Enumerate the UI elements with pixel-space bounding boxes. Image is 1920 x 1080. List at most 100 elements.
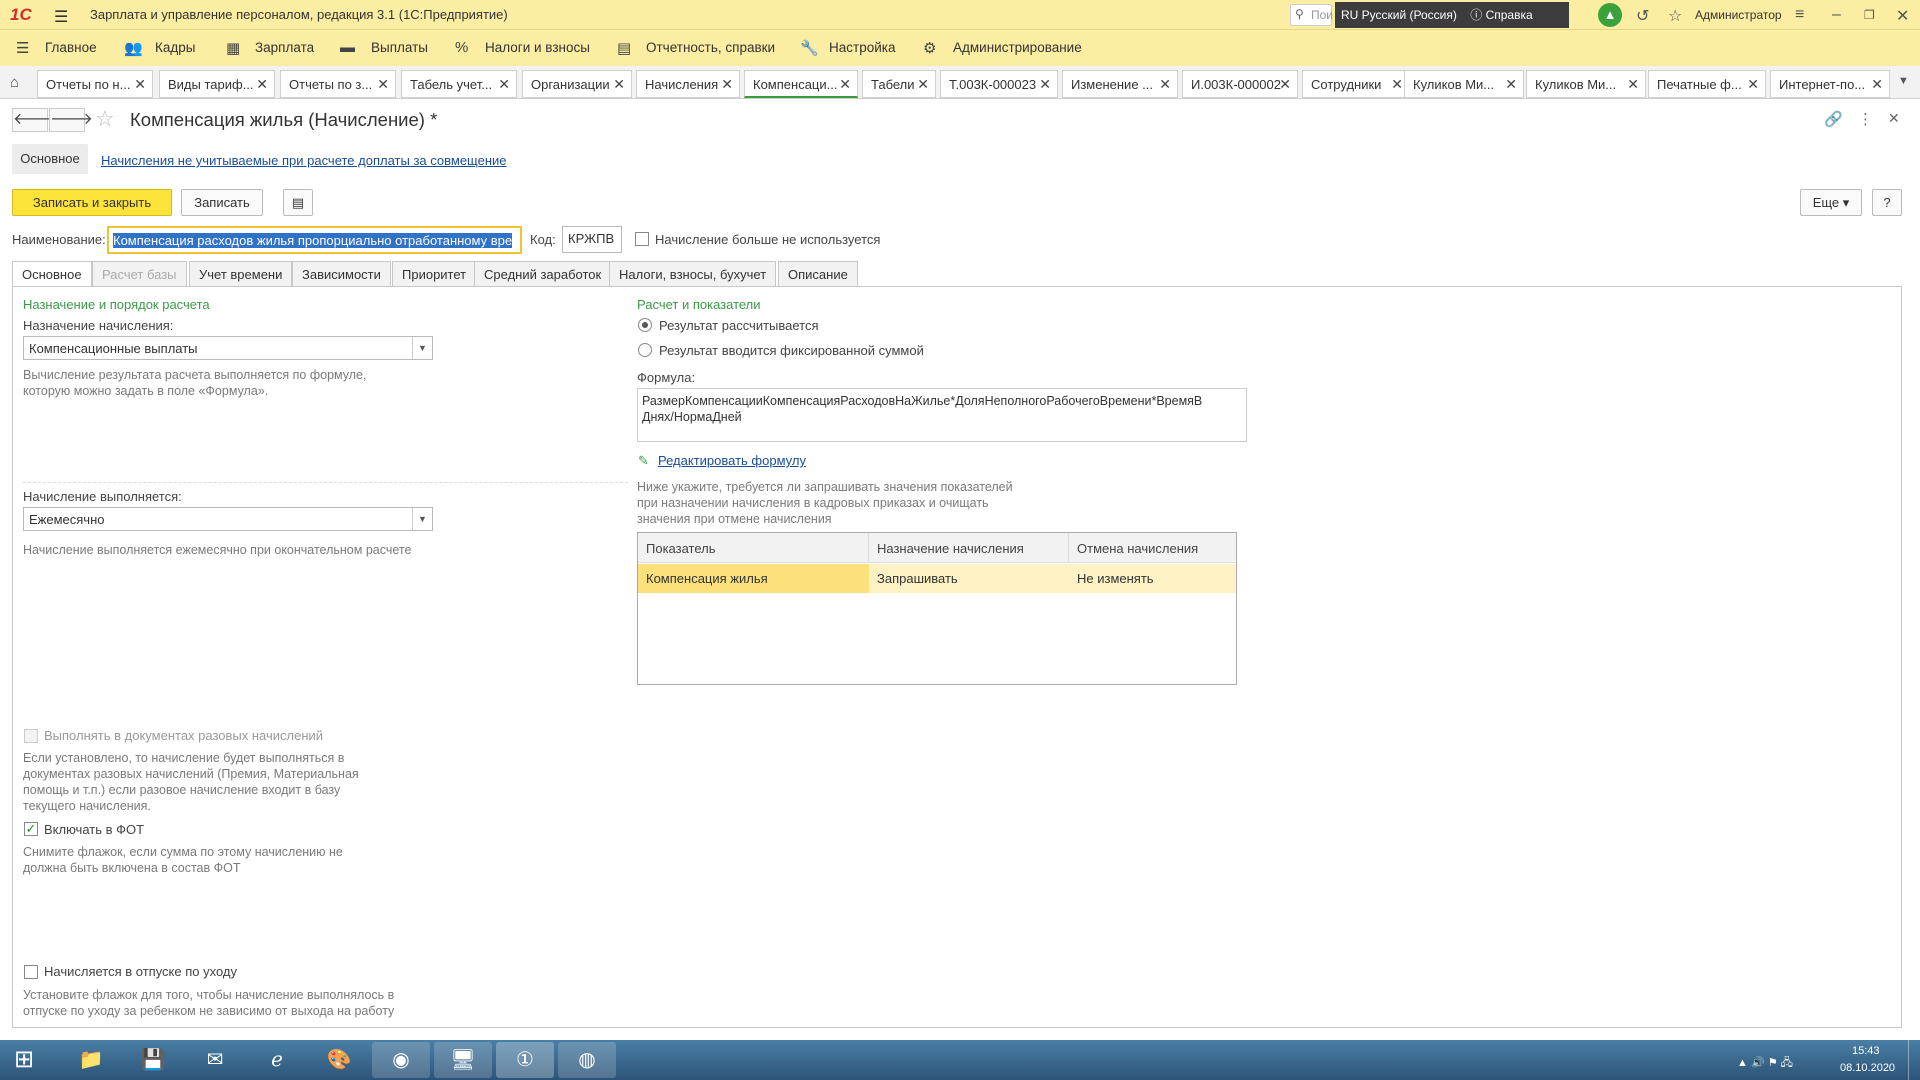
- window-tab[interactable]: Начисления ✕: [636, 70, 740, 98]
- close-tab-icon[interactable]: ✕: [1391, 76, 1403, 93]
- outlook-icon[interactable]: ✉: [186, 1042, 244, 1078]
- window-tab[interactable]: Печатные ф... ✕: [1648, 70, 1766, 98]
- close-tab-icon[interactable]: ✕: [377, 76, 389, 93]
- edit-formula-link[interactable]: Редактировать формулу: [658, 453, 806, 468]
- settings-menu-icon[interactable]: ≡: [1795, 6, 1804, 24]
- user-name[interactable]: Администратор: [1695, 8, 1782, 22]
- close-tab-icon[interactable]: ✕: [1159, 76, 1171, 93]
- window-tab[interactable]: Сотрудники ✕: [1302, 70, 1410, 98]
- more-button[interactable]: Еще ▾: [1800, 189, 1862, 216]
- link-icon[interactable]: 🔗: [1824, 110, 1843, 128]
- window-tab[interactable]: Т.003К-000023 ✕: [940, 70, 1058, 98]
- minimize-icon[interactable]: –: [1832, 6, 1841, 24]
- menu-item-reports[interactable]: Отчетность, справки: [646, 40, 775, 55]
- window-tab[interactable]: Организации ✕: [522, 70, 632, 98]
- menu-item-hr[interactable]: Кадры: [155, 40, 195, 55]
- restore-icon[interactable]: ❐: [1864, 8, 1875, 22]
- close-tab-icon[interactable]: ✕: [1747, 76, 1759, 93]
- radio-fixed[interactable]: [638, 343, 652, 357]
- table-cell[interactable]: Компенсация жилья: [638, 564, 869, 593]
- column-header[interactable]: Показатель: [638, 533, 869, 563]
- tab-dependencies[interactable]: Зависимости: [292, 261, 391, 287]
- chevron-down-icon[interactable]: ▼: [412, 337, 432, 359]
- window-tab[interactable]: Интернет-по... ✕: [1770, 70, 1890, 98]
- document-icon[interactable]: ▤: [283, 189, 313, 216]
- favorites-icon[interactable]: ☆: [1668, 6, 1682, 26]
- window-tab[interactable]: И.003К-000002 ✕: [1182, 70, 1298, 98]
- menu-item-admin[interactable]: Администрирование: [953, 40, 1082, 55]
- window-tab[interactable]: Изменение ... ✕: [1062, 70, 1178, 98]
- menu-item-payments[interactable]: Выплаты: [371, 40, 428, 55]
- code-field[interactable]: КРЖПВ: [562, 226, 622, 253]
- window-tab[interactable]: Отчеты по з... ✕: [280, 70, 396, 98]
- tab-time[interactable]: Учет времени: [189, 261, 293, 287]
- close-tab-icon[interactable]: ✕: [256, 76, 268, 93]
- clock-time[interactable]: 15:43: [1852, 1045, 1880, 1057]
- table-cell[interactable]: Не изменять: [1069, 564, 1236, 593]
- show-desktop-button[interactable]: [1908, 1040, 1920, 1080]
- menu-item-salary[interactable]: Зарплата: [255, 40, 314, 55]
- home-icon[interactable]: ⌂: [10, 74, 19, 91]
- close-window-icon[interactable]: ✕: [1896, 6, 1909, 26]
- help-button[interactable]: ?: [1872, 189, 1902, 216]
- android-app-icon[interactable]: ◍: [558, 1042, 616, 1078]
- close-tab-icon[interactable]: ✕: [839, 76, 851, 93]
- nav-link-combination[interactable]: Начисления не учитываемые при расчете до…: [101, 153, 507, 168]
- window-tab[interactable]: Отчеты по н... ✕: [37, 70, 153, 98]
- not-used-checkbox[interactable]: [635, 232, 649, 246]
- forward-icon[interactable]: 🡒: [49, 108, 93, 132]
- tab-taxes[interactable]: Налоги, взносы, бухучет: [609, 261, 777, 287]
- start-button[interactable]: ⊞: [0, 1042, 48, 1078]
- column-header[interactable]: Назначение начисления: [869, 533, 1069, 563]
- close-tab-icon[interactable]: ✕: [721, 76, 733, 93]
- tab-avg-salary[interactable]: Средний заработок: [474, 261, 612, 287]
- paint-icon[interactable]: 🎨: [310, 1042, 368, 1078]
- window-tab[interactable]: Куликов Ми... ✕: [1526, 70, 1646, 98]
- more-vert-icon[interactable]: ⋮: [1858, 110, 1873, 128]
- fot-checkbox[interactable]: ✓: [24, 822, 38, 836]
- save-app-icon[interactable]: 💾: [124, 1042, 182, 1078]
- back-icon[interactable]: 🡐: [12, 108, 56, 132]
- ie-icon[interactable]: ℯ: [248, 1042, 306, 1078]
- menu-item-taxes[interactable]: Налоги и взносы: [485, 40, 590, 55]
- star-icon[interactable]: ☆: [95, 106, 115, 132]
- close-tab-icon[interactable]: ✕: [498, 76, 510, 93]
- 1c-app-icon[interactable]: ①: [496, 1042, 554, 1078]
- tray-icons[interactable]: ▲ 🔊 ⚑ 🖧: [1737, 1054, 1793, 1073]
- window-tab-active[interactable]: Компенсаци... ✕: [744, 70, 858, 98]
- close-tab-icon[interactable]: ✕: [1279, 76, 1291, 93]
- close-tab-icon[interactable]: ✕: [917, 76, 929, 93]
- close-form-icon[interactable]: ✕: [1888, 110, 1900, 127]
- window-tab[interactable]: Табель учет... ✕: [401, 70, 517, 98]
- column-header[interactable]: Отмена начисления: [1069, 533, 1236, 563]
- radio-calculated[interactable]: [638, 318, 652, 332]
- search-input[interactable]: ⚲ Пои: [1290, 4, 1333, 26]
- menu-item-settings[interactable]: Настройка: [829, 40, 895, 55]
- save-and-close-button[interactable]: Записать и закрыть: [12, 189, 172, 216]
- hamburger-icon[interactable]: ☰: [54, 7, 68, 27]
- clock-date[interactable]: 08.10.2020: [1840, 1062, 1895, 1074]
- language-bar[interactable]: RU Русский (Россия) ⓘ Справка: [1335, 2, 1569, 28]
- language-selector[interactable]: RU Русский (Россия): [1341, 8, 1457, 22]
- table-cell[interactable]: Запрашивать: [869, 564, 1069, 593]
- close-tab-icon[interactable]: ✕: [134, 76, 146, 93]
- tabs-dropdown-icon[interactable]: ▼: [1898, 75, 1909, 87]
- close-tab-icon[interactable]: ✕: [1505, 76, 1517, 93]
- close-tab-icon[interactable]: ✕: [613, 76, 625, 93]
- window-tab[interactable]: Табели ✕: [862, 70, 936, 98]
- menu-item-main[interactable]: Главное: [45, 40, 97, 55]
- window-tab[interactable]: Куликов Ми... ✕: [1404, 70, 1524, 98]
- chevron-down-icon[interactable]: ▼: [412, 508, 432, 530]
- nav-main[interactable]: Основное: [12, 144, 88, 174]
- explorer-icon[interactable]: 📁: [62, 1042, 120, 1078]
- chrome-icon[interactable]: ◉: [372, 1042, 430, 1078]
- tab-description[interactable]: Описание: [778, 261, 858, 287]
- tab-main[interactable]: Основное: [12, 261, 92, 287]
- network-app-icon[interactable]: 🖥: [434, 1042, 492, 1078]
- tab-priority[interactable]: Приоритет: [392, 261, 477, 287]
- leave-checkbox[interactable]: [24, 965, 38, 979]
- help-icon[interactable]: ⓘ: [1470, 8, 1482, 22]
- purpose-select[interactable]: Компенсационные выплаты ▼: [23, 336, 433, 360]
- notification-icon[interactable]: ▲: [1598, 3, 1622, 27]
- close-tab-icon[interactable]: ✕: [1627, 76, 1639, 93]
